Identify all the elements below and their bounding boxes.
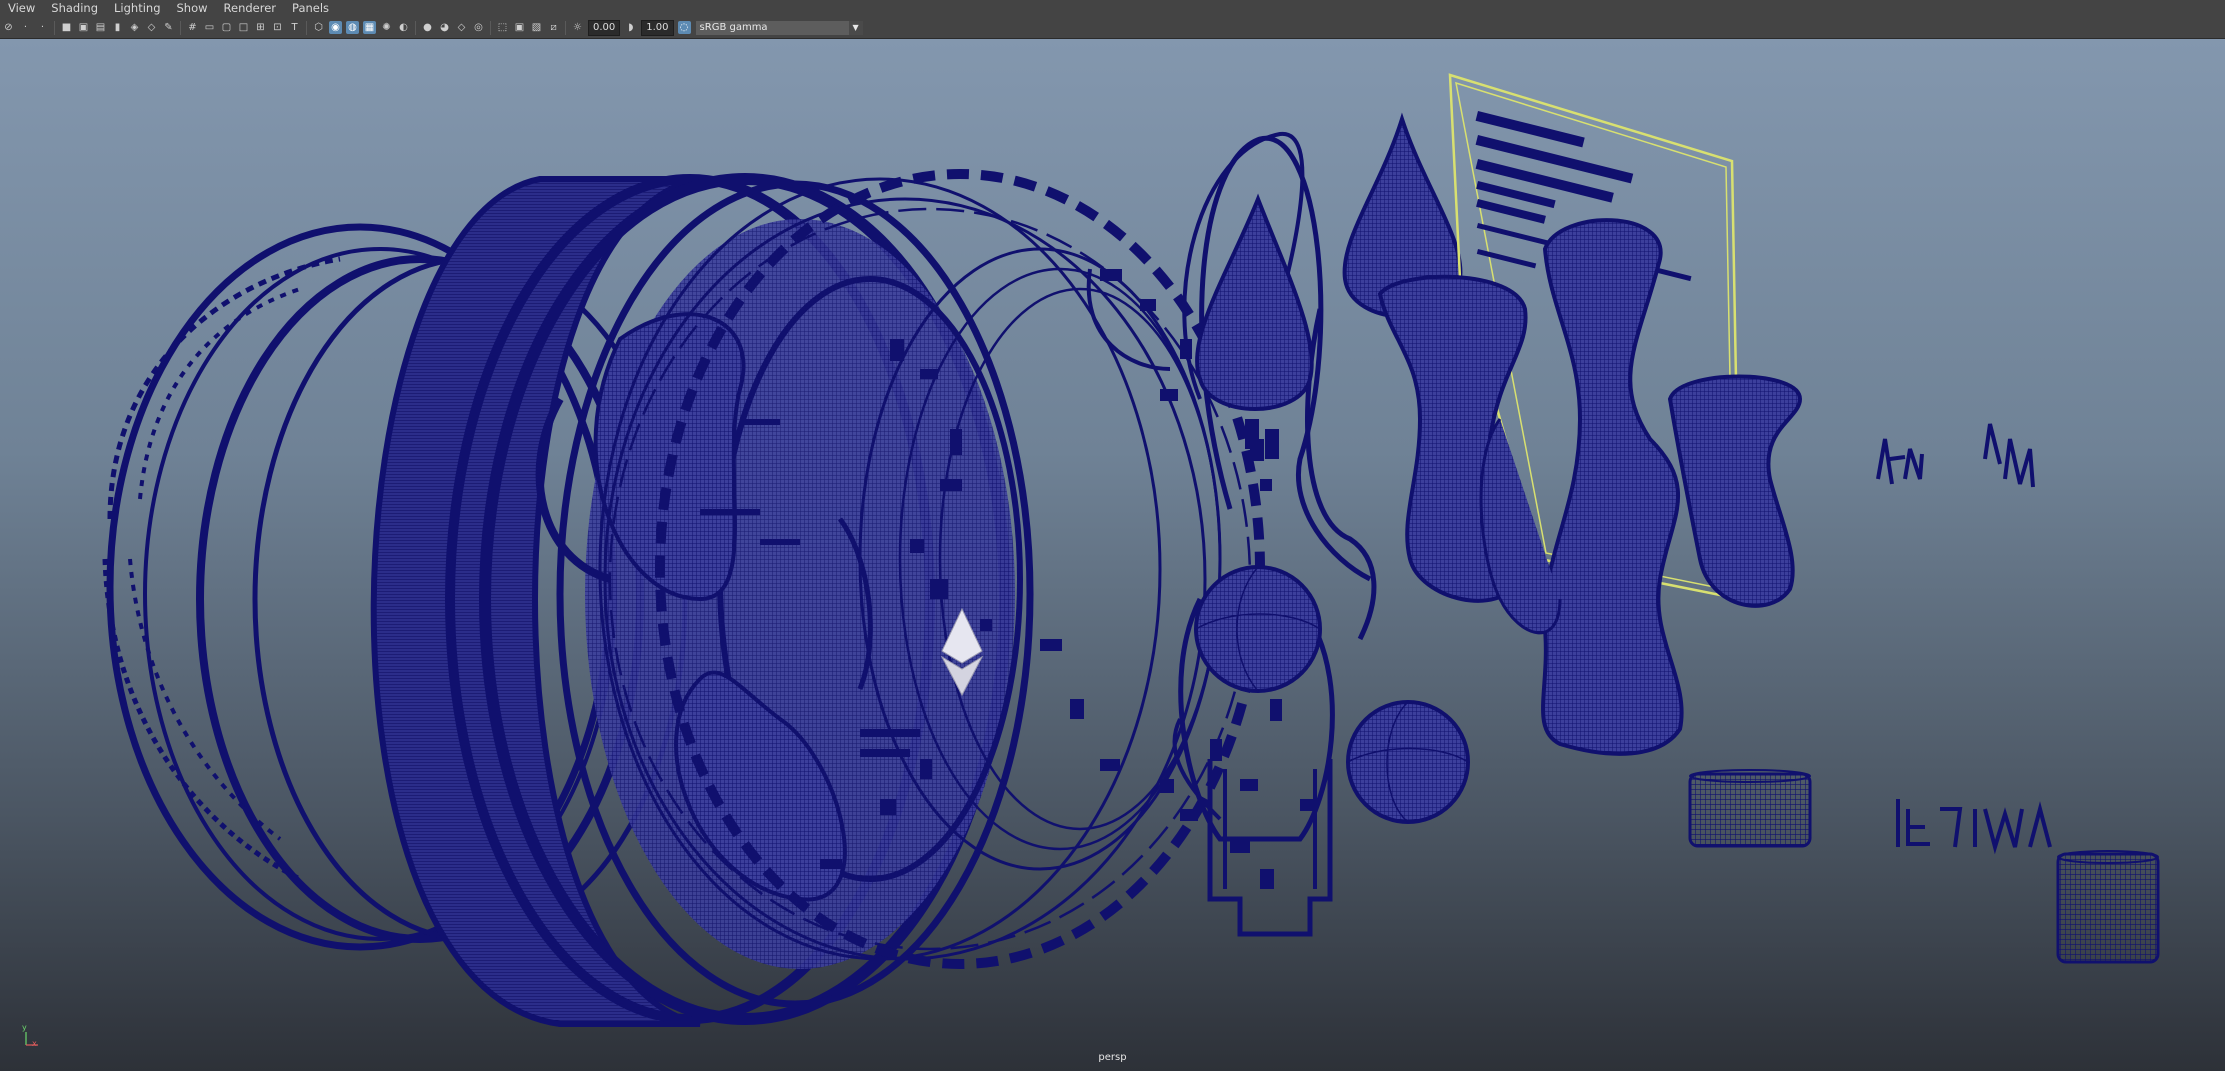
panel-toolbar: ⊘ · · ■ ▣ ▤ ▮ ◈ ◇ ✎ # ▭ ▢ □ ⊞ ⊡ T ⬡ ◉ ◍ … — [0, 17, 2225, 39]
gamma-field[interactable]: 1.00 — [641, 19, 674, 36]
depth-of-field-icon[interactable]: ◎ — [472, 21, 485, 34]
film-gate-icon[interactable]: ▭ — [203, 21, 216, 34]
perspective-viewport[interactable]: y x persp — [0, 39, 2225, 1071]
scribble-glyphs — [1876, 423, 2035, 488]
toolbar-divider — [565, 20, 566, 35]
toolbar-divider — [180, 20, 181, 35]
gamma-icon[interactable]: ◗ — [624, 21, 637, 34]
xray-icon[interactable]: ▣ — [513, 21, 526, 34]
menu-show[interactable]: Show — [169, 0, 208, 17]
menu-panels[interactable]: Panels — [284, 0, 329, 17]
grid-icon[interactable]: # — [186, 21, 199, 34]
shadows-icon[interactable]: ◐ — [397, 21, 410, 34]
axis-x-label: x — [32, 1039, 37, 1048]
textured-icon[interactable]: ▦ — [363, 21, 376, 34]
view-transform-value: sRGB gamma — [699, 21, 768, 33]
camera-attributes-icon[interactable]: ▤ — [94, 21, 107, 34]
dot-icon[interactable]: · — [19, 21, 32, 34]
xray-components-icon[interactable]: ⧄ — [547, 21, 560, 34]
bookmark-icon[interactable]: ▮ — [111, 21, 124, 34]
toolbar-divider — [490, 20, 491, 35]
panel-menu-bar: View Shading Lighting Show Renderer Pane… — [0, 0, 2225, 17]
wire-lettering — [1896, 799, 2052, 855]
axis-gizmo: y x — [22, 1023, 42, 1049]
use-all-lights-icon[interactable]: ✺ — [380, 21, 393, 34]
curve-loops — [1086, 131, 1377, 842]
exposure-field[interactable]: 0.00 — [588, 19, 621, 36]
isolate-select-icon[interactable]: ⬚ — [496, 21, 509, 34]
field-chart-icon[interactable]: ⊞ — [254, 21, 267, 34]
menu-view[interactable]: View — [0, 0, 35, 17]
toolbar-divider — [415, 20, 416, 35]
menu-lighting[interactable]: Lighting — [106, 0, 160, 17]
figure-torso — [1207, 759, 1333, 937]
gate-mask-icon[interactable]: □ — [237, 21, 250, 34]
safe-title-icon[interactable]: T — [288, 21, 301, 34]
toolbar-divider — [54, 20, 55, 35]
camera-name-label: persp — [1098, 1052, 1127, 1063]
dot-icon[interactable]: · — [36, 21, 49, 34]
view-transform-dropdown[interactable]: sRGB gamma ▼ — [695, 20, 863, 35]
chevron-down-icon: ▼ — [848, 20, 863, 35]
wireframe-icon[interactable]: ⬡ — [312, 21, 325, 34]
exposure-icon[interactable]: ☼ — [571, 21, 584, 34]
bone-columns — [1377, 218, 1803, 756]
wireframe-on-shaded-icon[interactable]: ◍ — [346, 21, 359, 34]
image-plane-icon[interactable]: ◈ — [128, 21, 141, 34]
smooth-shade-icon[interactable]: ◉ — [329, 21, 342, 34]
scene-wireframe — [102, 73, 2160, 1027]
coin-ring-lettering — [102, 256, 341, 882]
xray-joints-icon[interactable]: ▧ — [530, 21, 543, 34]
axis-y-label: y — [22, 1023, 27, 1032]
toolbar-divider — [306, 20, 307, 35]
camera-lock-icon[interactable]: ▣ — [77, 21, 90, 34]
color-management-icon[interactable]: ◌ — [677, 21, 691, 34]
screen-space-ao-icon[interactable]: ● — [421, 21, 434, 34]
no-entry-icon[interactable]: ⊘ — [2, 21, 15, 34]
wire-cylinders — [1688, 769, 2160, 964]
resolution-gate-icon[interactable]: ▢ — [220, 21, 233, 34]
menu-shading[interactable]: Shading — [43, 0, 98, 17]
camera-icon[interactable]: ■ — [60, 21, 73, 34]
menu-renderer[interactable]: Renderer — [216, 0, 277, 17]
grease-pencil-icon[interactable]: ✎ — [162, 21, 175, 34]
motion-blur-icon[interactable]: ◕ — [438, 21, 451, 34]
2d-pan-zoom-icon[interactable]: ◇ — [145, 21, 158, 34]
safe-action-icon[interactable]: ⊡ — [271, 21, 284, 34]
anti-aliasing-icon[interactable]: ◇ — [455, 21, 468, 34]
